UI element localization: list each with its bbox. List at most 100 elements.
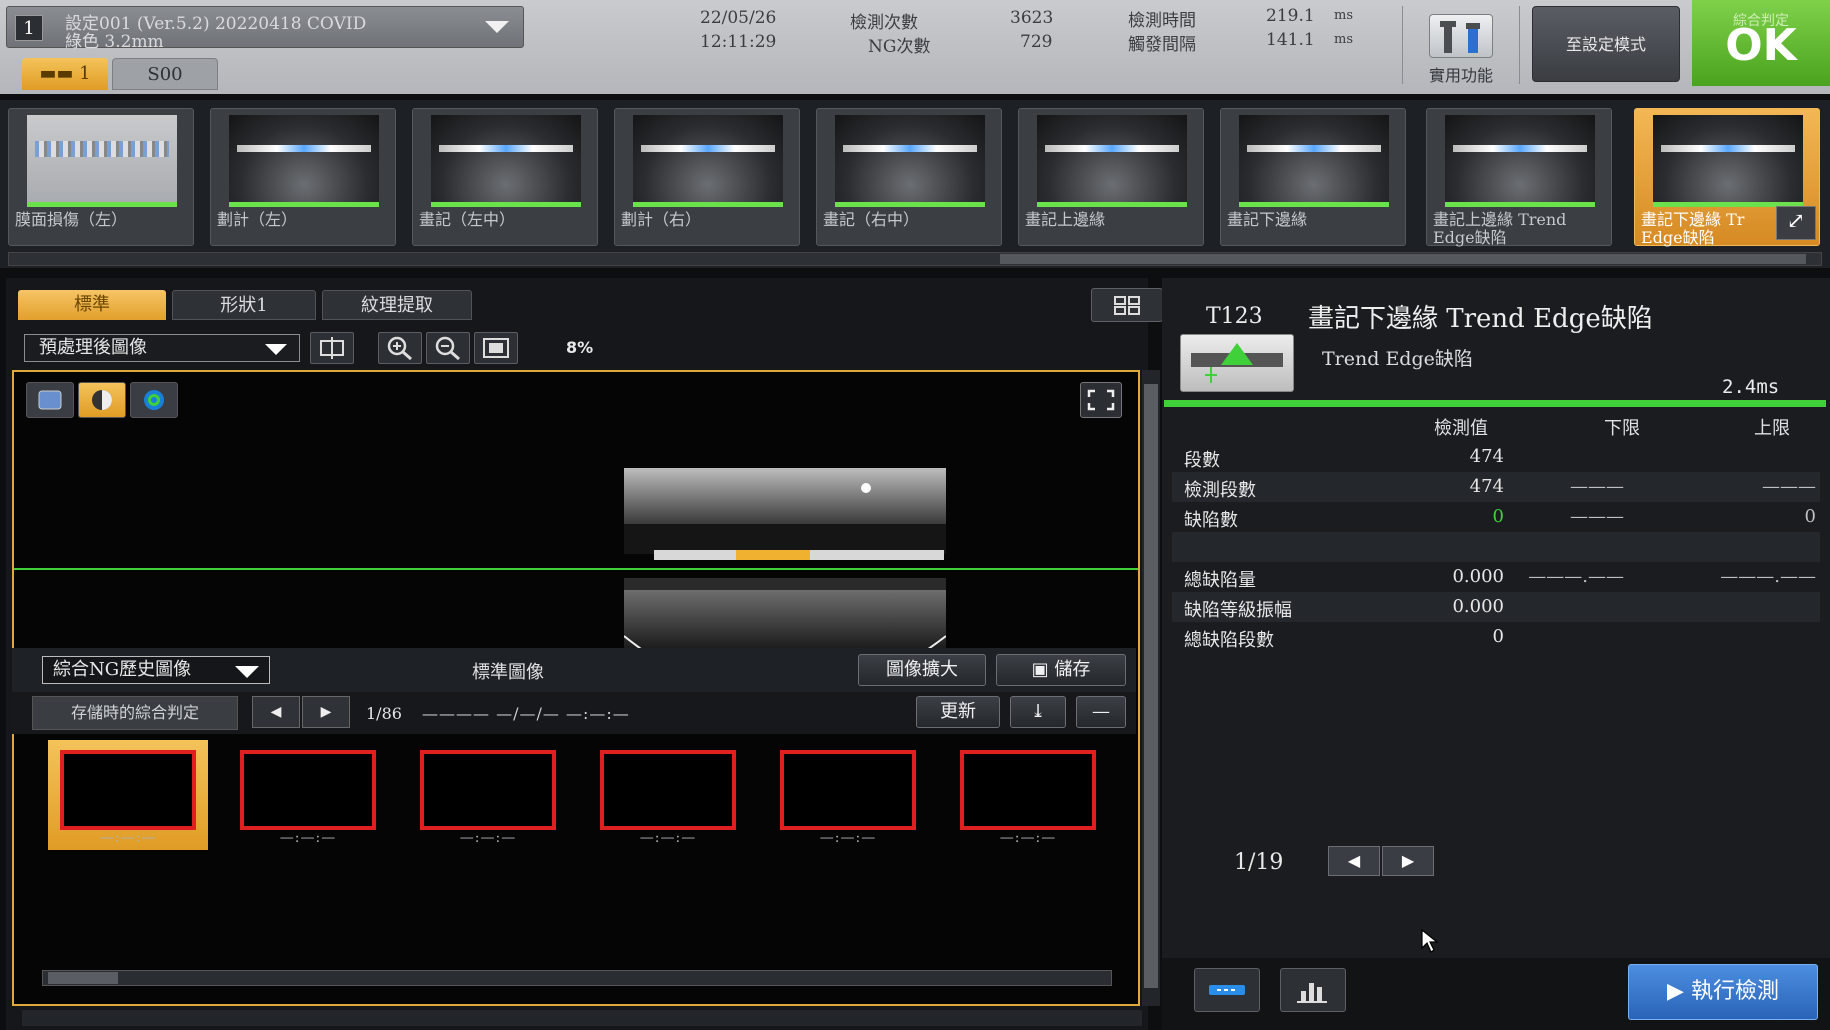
tool-thumbnail-strip: 膜面損傷（左） 劃計（左） 畫記（左中） 劃計（右） 畫記（右中） 畫記上邊緣 …: [0, 100, 1830, 268]
update-button[interactable]: 更新: [916, 696, 1000, 728]
history-thumb[interactable]: —:—:—: [768, 740, 928, 850]
tab-s00[interactable]: S00: [112, 58, 218, 90]
camera-icon: ▬▬: [39, 63, 80, 84]
enlarge-image-button[interactable]: 圖像擴大: [858, 654, 986, 686]
history-select[interactable]: 綜合NG歷史圖像: [42, 656, 270, 684]
tab-camera-1[interactable]: ▬▬ 1: [22, 58, 108, 90]
page-next-icon[interactable]: ▶: [1382, 846, 1434, 876]
page-indicator: 1/19: [1234, 850, 1284, 875]
grid-layout-icon[interactable]: [1091, 288, 1163, 322]
result-row: 缺陷等級振幅 0.000: [1172, 592, 1820, 622]
bar-chart-icon[interactable]: [1280, 968, 1346, 1012]
judgement-label: 存儲時的綜合判定: [32, 696, 238, 730]
tab-standard[interactable]: 標準: [18, 290, 166, 320]
ng-label: NG次數: [868, 37, 931, 57]
overall-judgement-result: OK: [1725, 20, 1797, 71]
color-mode-icon[interactable]: [26, 382, 74, 418]
run-inspection-button[interactable]: ▶ 執行檢測: [1628, 964, 1818, 1020]
history-datetime: ———— —/—/— —:—:—: [422, 704, 630, 723]
thumb-image: [27, 115, 177, 207]
tool-thumb-4[interactable]: 劃計（右）: [614, 108, 800, 246]
fit-icon[interactable]: [474, 332, 518, 364]
thumb-image: [1653, 115, 1803, 207]
page-prev-icon[interactable]: ◀: [1328, 846, 1380, 876]
mtime-label: 檢測時間: [1128, 11, 1196, 31]
viewer-horizontal-scrollbar[interactable]: [22, 1010, 1142, 1026]
result-row: 總缺陷段數 0: [1184, 626, 1504, 651]
save-button[interactable]: ▣ 儲存: [996, 654, 1126, 686]
history-title: 標準圖像: [472, 662, 544, 683]
interval-label: 觸發間隔: [1128, 35, 1196, 55]
history-count: 1/86: [366, 704, 402, 723]
edge-tool-icon: [1180, 334, 1294, 392]
history-thumb[interactable]: —:—:—: [588, 740, 748, 850]
thumb-image: [1037, 115, 1187, 207]
zoom-in-icon[interactable]: [378, 332, 422, 364]
utilities-button[interactable]: 實用功能: [1402, 6, 1520, 85]
tab-shape1[interactable]: 形狀1: [172, 290, 316, 320]
tool-thumb-5[interactable]: 畫記（右中）: [816, 108, 1002, 246]
overall-judgement: 綜合判定 OK: [1692, 0, 1830, 86]
tool-id: T123: [1206, 304, 1263, 329]
mono-mode-icon[interactable]: [78, 382, 126, 418]
setting-selector[interactable]: 1 設定001 (Ver.5.2) 20220418 COVID 綠色 3.2m…: [6, 6, 524, 52]
history-thumbnails: —:—:— —:—:— —:—:— —:—:— —:—:— —:—:—: [12, 738, 1136, 854]
result-row: 缺陷數 0 ——— 0: [1184, 506, 1816, 531]
history-thumb[interactable]: —:—:—: [948, 740, 1108, 850]
history-thumb[interactable]: —:—:—: [408, 740, 568, 850]
result-panel: T123 畫記下邊緣 Trend Edge缺陷 Trend Edge缺陷 2.4…: [1162, 278, 1830, 1030]
tool-thumb-8[interactable]: 畫記上邊緣 Trend Edge缺陷: [1426, 108, 1612, 247]
chevron-down-icon: [265, 344, 287, 355]
thumb-image: [1239, 115, 1389, 207]
setting-desc: 綠色 3.2mm: [65, 32, 164, 52]
chevron-down-icon[interactable]: [485, 21, 509, 33]
tool-thumb-3[interactable]: 畫記（左中）: [412, 108, 598, 246]
tool-thumb-1[interactable]: 膜面損傷（左）: [8, 108, 194, 246]
tool-thumb-2[interactable]: 劃計（左）: [210, 108, 396, 246]
mtime-unit: ms: [1334, 8, 1353, 23]
tool-name: 畫記下邊緣 Trend Edge缺陷: [1308, 304, 1653, 334]
play-icon: ▶: [1667, 979, 1691, 1004]
header-low: 下限: [1604, 418, 1640, 439]
result-row: 檢測段數 474 ——— ———: [1172, 472, 1820, 502]
setting-number: 1: [15, 15, 43, 41]
interval-unit: ms: [1334, 32, 1353, 47]
move-bottom-icon[interactable]: ⤓: [1010, 696, 1066, 728]
thumb-image: [835, 115, 985, 207]
minimize-icon[interactable]: —: [1076, 696, 1126, 728]
history-scrollbar[interactable]: [42, 970, 1112, 986]
header-high: 上限: [1754, 418, 1790, 439]
thumb-image: [431, 115, 581, 207]
next-icon[interactable]: ▶: [302, 696, 350, 728]
zoom-level: 8%: [566, 338, 594, 357]
interval-value: 141.1: [1266, 30, 1315, 50]
fullscreen-icon[interactable]: [1080, 382, 1122, 418]
image-type-select[interactable]: 預處理後圖像: [24, 334, 300, 362]
history-scroll-handle[interactable]: [48, 972, 118, 984]
region-icon[interactable]: [310, 332, 354, 364]
time-text: 12:11:29: [700, 32, 777, 52]
history-thumb[interactable]: —:—:—: [48, 740, 208, 850]
tool-subtitle: Trend Edge缺陷: [1322, 348, 1473, 370]
edge-trend-line: [14, 568, 1138, 570]
edge-mode-icon[interactable]: [130, 382, 178, 418]
result-row-spacer: [1172, 532, 1820, 562]
prev-icon[interactable]: ◀: [252, 696, 300, 728]
tab-texture[interactable]: 紋理提取: [322, 290, 472, 320]
tool-thumb-7[interactable]: 畫記下邊緣: [1220, 108, 1406, 246]
strip-scroll-handle[interactable]: [1000, 254, 1806, 264]
history-thumb[interactable]: —:—:—: [228, 740, 388, 850]
expand-icon[interactable]: ⤢: [1776, 206, 1816, 240]
thumb-image: [633, 115, 783, 207]
zoom-out-icon[interactable]: [426, 332, 470, 364]
result-row: 段數 474: [1184, 446, 1504, 471]
tool-thumb-6[interactable]: 畫記上邊緣: [1018, 108, 1204, 246]
image-panel: 標準 形狀1 紋理提取 預處理後圖像 8% 綜合NG歷史圖像 標準圖像 圖像擴大…: [6, 278, 1163, 1030]
history-nav: 存儲時的綜合判定 ◀ ▶ 1/86 ———— —/—/— —:—:— 更新 ⤓ …: [12, 692, 1136, 734]
viewer-scroll-handle[interactable]: [1144, 384, 1158, 988]
chevron-down-icon: [235, 666, 259, 678]
setting-mode-button[interactable]: 至設定模式: [1532, 6, 1680, 82]
camera-image: [624, 468, 946, 678]
list-view-icon[interactable]: [1194, 968, 1260, 1012]
mouse-cursor-icon: [1421, 928, 1439, 953]
